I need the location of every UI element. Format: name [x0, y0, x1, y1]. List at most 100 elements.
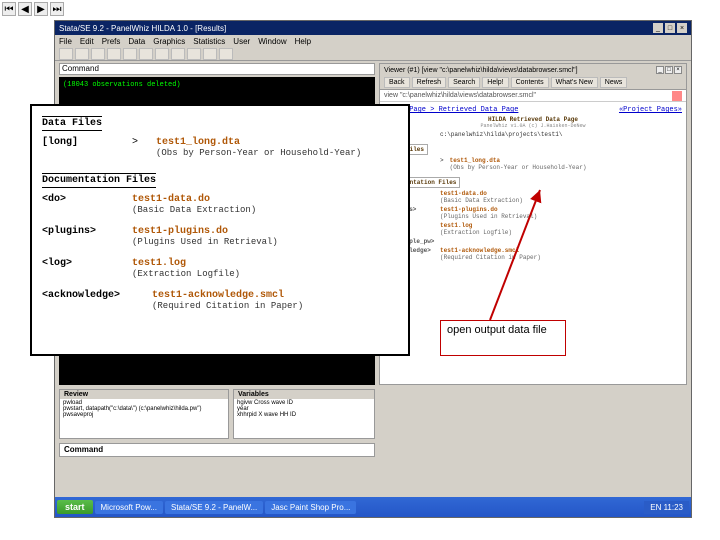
viewer-titlebar: Viewer (#1) [view "c:\panelwhiz\hilda\vi… [380, 64, 686, 76]
overlay-long-desc: (Obs by Person-Year or Household-Year) [156, 148, 361, 158]
project-line: PanelWhiz v1.0A (c) J.Haisken-DeNew [384, 123, 682, 129]
long-arrow: > [440, 157, 444, 171]
toolbar-browse-icon[interactable] [187, 48, 201, 60]
menu-file[interactable]: File [59, 37, 72, 46]
viewer-contents-button[interactable]: Contents [511, 77, 549, 88]
log-desc: (Extraction Logfile) [440, 229, 512, 236]
viewer-search-button[interactable]: Search [448, 77, 480, 88]
nav-last-icon[interactable]: ⏭ [50, 2, 64, 16]
overlay-section-data: Data Files [42, 116, 102, 131]
viewer-help-button[interactable]: Help! [482, 77, 508, 88]
viewer-whatsnew-button[interactable]: What's New [551, 77, 598, 88]
viewer-address-text: view "c:\panelwhiz\hilda\views\databrows… [384, 92, 536, 99]
viewer-go-icon[interactable] [672, 91, 682, 101]
viewer-toolbar: Back Refresh Search Help! Contents What'… [380, 76, 686, 90]
viewer-title-text: Viewer (#1) [view "c:\panelwhiz\hilda\vi… [384, 67, 578, 74]
command-input-pane: Command [59, 443, 375, 457]
command-label-bar: Command [59, 63, 375, 75]
overlay-plugins-tag[interactable]: <plugins> [42, 226, 122, 237]
overlay-log-tag[interactable]: <log> [42, 258, 122, 269]
variable-item[interactable]: xhhrpid X wave HH ID [237, 412, 371, 418]
toolbar [55, 47, 691, 61]
ack-file-link[interactable]: test1-acknowledge.smcl [440, 247, 519, 254]
review-item[interactable]: pwsaveproj [63, 412, 225, 418]
overlay-long-file[interactable]: test1_long.dta [156, 137, 240, 148]
command-input[interactable] [105, 445, 345, 454]
viewer-minimize[interactable]: _ [656, 66, 664, 74]
overlay-long-tag[interactable]: [long] [42, 137, 122, 148]
menu-user[interactable]: User [233, 37, 250, 46]
toolbar-open-icon[interactable] [59, 48, 73, 60]
toolbar-graph-icon[interactable] [139, 48, 153, 60]
log-file-link[interactable]: test1.log [440, 222, 472, 229]
taskbar-item[interactable]: Stata/SE 9.2 - PanelW... [165, 501, 263, 514]
menu-statistics[interactable]: Statistics [193, 37, 225, 46]
minimize-button[interactable]: _ [653, 23, 663, 33]
menu-data[interactable]: Data [128, 37, 145, 46]
zoom-overlay: Data Files [long] > test1_long.dta (Obs … [30, 104, 410, 356]
maximize-button[interactable]: □ [665, 23, 675, 33]
variables-pane: Variables hgivw Cross wave ID year xhhrp… [233, 389, 375, 439]
command-label: Command [64, 445, 103, 454]
project-pages-link[interactable]: «Project Pages» [619, 106, 682, 114]
start-button[interactable]: start [57, 500, 93, 514]
overlay-plugins-desc: (Plugins Used in Retrieval) [132, 237, 278, 247]
menu-help[interactable]: Help [295, 37, 311, 46]
annotation-callout: open output data file [440, 320, 566, 356]
do-file-link[interactable]: test1-data.do [440, 190, 487, 197]
toolbar-more-icon[interactable] [203, 48, 217, 60]
overlay-section-doc: Documentation Files [42, 173, 156, 188]
menu-prefs[interactable]: Prefs [102, 37, 121, 46]
slide-nav: ⏮ ◀ ▶ ⏭ [2, 2, 64, 16]
path-value: c:\panelwhiz\hilda\projects\test1\ [440, 131, 562, 138]
window-title: Stata/SE 9.2 - PanelWhiz HILDA 1.0 - [Re… [59, 24, 226, 33]
do-desc: (Basic Data Extraction) [440, 197, 523, 204]
overlay-plugins-file[interactable]: test1-plugins.do [132, 226, 228, 237]
toolbar-save-icon[interactable] [75, 48, 89, 60]
titlebar: Stata/SE 9.2 - PanelWhiz HILDA 1.0 - [Re… [55, 21, 691, 35]
toolbar-viewer-icon[interactable] [123, 48, 137, 60]
toolbar-break-icon[interactable] [219, 48, 233, 60]
toolbar-do-icon[interactable] [155, 48, 169, 60]
menu-graphics[interactable]: Graphics [153, 37, 185, 46]
results-obs: (18043 observations deleted) [63, 81, 371, 89]
viewer-news-button[interactable]: News [600, 77, 628, 88]
viewer-maximize[interactable]: □ [665, 66, 673, 74]
toolbar-edit-icon[interactable] [171, 48, 185, 60]
close-button[interactable]: × [677, 23, 687, 33]
menu-window[interactable]: Window [258, 37, 286, 46]
taskbar-item[interactable]: Jasc Paint Shop Pro... [265, 501, 356, 514]
toolbar-log-icon[interactable] [107, 48, 121, 60]
taskbar-item[interactable]: Microsoft Pow... [95, 501, 163, 514]
taskbar: start Microsoft Pow... Stata/SE 9.2 - Pa… [55, 497, 691, 517]
viewer-content: Start Page > Retrieved Data Page «Projec… [380, 102, 686, 265]
nav-prev-icon[interactable]: ◀ [18, 2, 32, 16]
nav-next-icon[interactable]: ▶ [34, 2, 48, 16]
page-title: HILDA Retrieved Data Page [384, 116, 682, 123]
viewer-back-button[interactable]: Back [384, 77, 410, 88]
overlay-long-arrow: > [132, 137, 146, 148]
variables-title: Variables [234, 390, 374, 399]
viewer-refresh-button[interactable]: Refresh [412, 77, 447, 88]
overlay-do-tag[interactable]: <do> [42, 194, 122, 205]
long-desc: (Obs by Person-Year or Household-Year) [450, 164, 587, 171]
plugins-file-link[interactable]: test1-plugins.do [440, 206, 498, 213]
overlay-do-desc: (Basic Data Extraction) [132, 205, 256, 215]
viewer-close[interactable]: × [674, 66, 682, 74]
menubar: File Edit Prefs Data Graphics Statistics… [55, 35, 691, 47]
nav-first-icon[interactable]: ⏮ [2, 2, 16, 16]
ack-desc: (Required Citation in Paper) [440, 254, 541, 261]
menu-edit[interactable]: Edit [80, 37, 94, 46]
review-pane: Review pwload pwstart, datapath("c:\data… [59, 389, 229, 439]
overlay-ack-file[interactable]: test1-acknowledge.smcl [152, 290, 284, 301]
overlay-do-file[interactable]: test1-data.do [132, 194, 210, 205]
overlay-log-desc: (Extraction Logfile) [132, 269, 240, 279]
overlay-log-file[interactable]: test1.log [132, 258, 186, 269]
plugins-desc: (Plugins Used in Retrieval) [440, 213, 537, 220]
overlay-ack-desc: (Required Citation in Paper) [152, 301, 303, 311]
viewer-address-bar[interactable]: view "c:\panelwhiz\hilda\views\databrows… [380, 90, 686, 102]
overlay-ack-tag[interactable]: <acknowledge> [42, 290, 142, 301]
toolbar-print-icon[interactable] [91, 48, 105, 60]
long-file-link[interactable]: test1_long.dta [450, 157, 500, 164]
system-tray[interactable]: EN 11:23 [644, 501, 689, 514]
